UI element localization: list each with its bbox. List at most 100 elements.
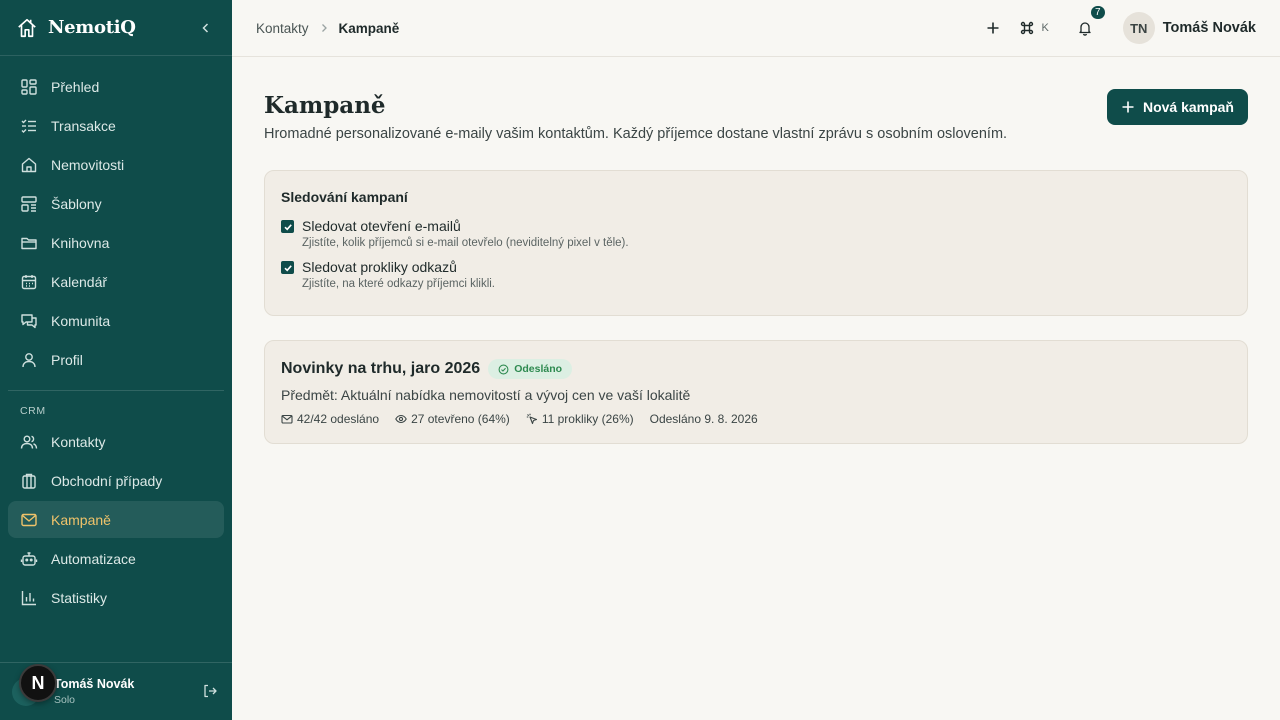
logo-icon (18, 18, 36, 37)
track-clicks-label: Sledovat prokliky odkazů (302, 259, 457, 275)
track-clicks-checkbox[interactable] (281, 261, 294, 274)
bell-icon (1079, 22, 1091, 36)
new-campaign-label: Nová kampaň (1142, 99, 1234, 115)
status-label: Odesláno (514, 363, 563, 375)
sidebar-item-label: Obchodní případy (51, 472, 163, 489)
sidebar-item-nemovitosti[interactable]: Nemovitosti (8, 146, 224, 183)
cursor-click-icon (526, 413, 537, 425)
status-badge: Odesláno (488, 359, 573, 379)
avatar: TN (1122, 12, 1155, 44)
check-icon (283, 264, 292, 271)
command-palette-button[interactable]: K (1019, 20, 1049, 36)
new-campaign-button[interactable]: Nová kampaň (1106, 89, 1248, 125)
topbar: Kontakty Kampaně K 7 TN Tomáš Novák (232, 0, 1280, 57)
sidebar-item-label: Šablony (51, 195, 102, 212)
top-actions: K 7 TN Tomáš Novák (977, 4, 1256, 44)
mail-icon (21, 513, 37, 526)
sidebar-item-komunita[interactable]: Komunita (8, 302, 224, 339)
sidebar-item-profil[interactable]: Profil (8, 341, 224, 378)
track-opens-hint: Zjistíte, kolik příjemců si e-mail otevř… (302, 237, 629, 249)
brand: NemotiQ (0, 0, 232, 56)
check-circle-icon (498, 364, 509, 374)
tracking-settings-card: Sledování kampaní Sledovat otevření e-ma… (264, 170, 1248, 316)
breadcrumb-current: Kampaně (338, 20, 400, 36)
sidebar-user-name: Tomáš Novák (54, 677, 135, 691)
stat-opened-value: 27 otevřeno (64%) (411, 412, 510, 426)
eye-icon (395, 414, 407, 424)
logout-icon (204, 684, 217, 697)
sidebar-item-automatizace[interactable]: Automatizace (8, 540, 224, 577)
stat-clicks: 11 prokliky (26%) (526, 412, 634, 426)
sidebar-item-knihovna[interactable]: Knihovna (8, 224, 224, 261)
plus-icon (987, 22, 999, 34)
campaign-name: Novinky na trhu, jaro 2026 (281, 360, 481, 377)
sidebar-item-transakce[interactable]: Transakce (8, 107, 224, 144)
page-title: Kampaně (264, 92, 386, 119)
breadcrumb-kontakty[interactable]: Kontakty (256, 21, 309, 36)
command-icon (1021, 21, 1034, 35)
chevron-right-icon (321, 24, 327, 32)
sidebar-divider (8, 390, 224, 391)
plus-icon (1122, 101, 1134, 113)
sidebar-section-crm: CRM (20, 405, 46, 417)
track-opens-checkbox[interactable] (281, 220, 294, 233)
notification-badge: 7 (1088, 4, 1107, 21)
campaign-subject: Předmět: Aktuální nabídka nemovitostí a … (281, 387, 691, 403)
folder-icon (21, 237, 37, 249)
track-opens-label: Sledovat otevření e-mailů (302, 218, 461, 234)
quick-add-button[interactable] (977, 12, 1009, 44)
dashboard-icon (21, 78, 37, 95)
sidebar-item-label: Transakce (51, 117, 116, 134)
main-content: Kampaně Hromadné personalizované e-maily… (264, 89, 1248, 444)
sidebar-item-statistiky[interactable]: Statistiky (8, 579, 224, 616)
campaign-stats: 42/42 odesláno 27 otevřeno (64%) 11 prok… (281, 412, 1231, 426)
sidebar-item-label: Kampaně (51, 511, 111, 528)
notifications-button[interactable]: 7 (1069, 4, 1107, 44)
sidebar-item-label: Knihovna (51, 234, 110, 251)
users-icon (20, 435, 38, 449)
briefcase-icon (22, 473, 36, 489)
page-description: Hromadné personalizované e-maily vašim k… (264, 126, 1008, 142)
mail-icon (281, 414, 293, 424)
main-nav: Přehled Transakce Nemovitosti Šablony Kn… (0, 56, 232, 616)
list-check-icon (21, 119, 36, 133)
sidebar-item-kalendar[interactable]: Kalendář (8, 263, 224, 300)
campaign-card[interactable]: Novinky na trhu, jaro 2026 Odesláno Před… (264, 340, 1248, 444)
sidebar-item-label: Statistiky (51, 589, 108, 606)
stat-sent-value: 42/42 odesláno (297, 412, 380, 426)
sidebar-item-label: Komunita (51, 312, 111, 329)
collapse-sidebar-button[interactable] (196, 18, 216, 38)
track-clicks-option: Sledovat prokliky odkazů Zjistíte, na kt… (281, 259, 1231, 290)
sidebar-user-plan: Solo (54, 694, 76, 706)
check-icon (283, 223, 292, 230)
house-icon (21, 157, 37, 172)
sidebar-item-sablony[interactable]: Šablony (8, 185, 224, 222)
sidebar-item-obchodni-pripady[interactable]: Obchodní případy (8, 462, 224, 499)
sidebar-item-label: Přehled (51, 78, 100, 95)
stat-sent: 42/42 odesláno (281, 412, 379, 426)
track-clicks-hint: Zjistíte, na které odkazy příjemci klikl… (302, 278, 496, 290)
sidebar-item-kampane[interactable]: Kampaně (8, 501, 224, 538)
chat-icon (21, 313, 37, 328)
calendar-icon (21, 274, 37, 289)
user-name: Tomáš Novák (1162, 20, 1256, 36)
template-icon (21, 195, 37, 212)
track-opens-option: Sledovat otevření e-mailů Zjistíte, koli… (281, 218, 1231, 249)
user-icon (22, 352, 36, 367)
chevron-left-icon (202, 22, 209, 33)
sidebar-item-label: Automatizace (51, 550, 136, 567)
sidebar-item-label: Kalendář (51, 273, 108, 290)
bar-chart-icon (21, 590, 36, 605)
stat-opened: 27 otevřeno (64%) (395, 412, 510, 426)
sidebar-item-prehled[interactable]: Přehled (8, 68, 224, 105)
user-menu[interactable]: TN Tomáš Novák (1122, 12, 1256, 44)
sidebar-item-label: Profil (51, 351, 83, 368)
stat-clicks-value: 11 prokliky (26%) (541, 412, 634, 426)
floating-action-button[interactable]: N (19, 664, 57, 702)
sidebar-item-label: Nemovitosti (51, 156, 125, 173)
sidebar-item-kontakty[interactable]: Kontakty (8, 423, 224, 460)
tracking-title: Sledování kampaní (281, 189, 408, 205)
logout-button[interactable] (202, 683, 220, 701)
sidebar-item-label: Kontakty (51, 433, 106, 450)
shortcut-key: K (1041, 22, 1049, 34)
